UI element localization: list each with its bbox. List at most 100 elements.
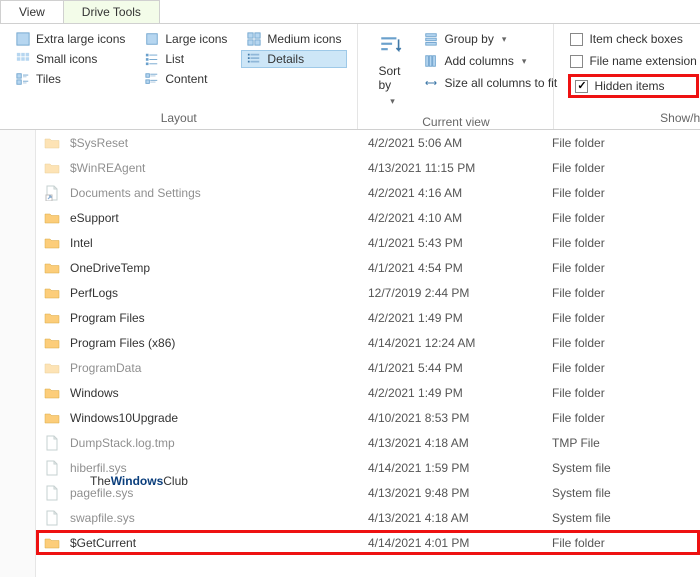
sort-by-label: Sort by [378,64,404,92]
checkbox-hidden-items[interactable]: Hidden items [573,77,693,95]
layout-tiles-label: Tiles [36,72,61,86]
file-icon [44,435,60,451]
file-name: Program Files [70,311,368,325]
sort-by-button[interactable]: Sort by ▾ [368,30,414,111]
file-row[interactable]: $SysReset4/2/2021 5:06 AMFile folder [36,130,700,155]
tab-view[interactable]: View [0,0,64,23]
file-row[interactable]: Program Files (x86)4/14/2021 12:24 AMFil… [36,330,700,355]
file-date: 4/2/2021 5:06 AM [368,136,552,150]
file-date: 4/2/2021 4:10 AM [368,211,552,225]
file-row[interactable]: Windows4/2/2021 1:49 PMFile folder [36,380,700,405]
file-date: 4/14/2021 12:24 AM [368,336,552,350]
file-type: System file [552,486,700,500]
group-label-current-view: Current view [368,111,543,131]
folder-icon [44,360,60,376]
layout-large-label: Large icons [165,32,227,46]
file-row[interactable]: $GetCurrent4/14/2021 4:01 PMFile folder [36,530,700,555]
file-type: System file [552,461,700,475]
file-date: 4/2/2021 4:16 AM [368,186,552,200]
file-name: $GetCurrent [70,536,368,550]
checkbox-item-check-boxes[interactable]: Item check boxes [568,30,698,48]
file-row[interactable]: Documents and Settings4/2/2021 4:16 AMFi… [36,180,700,205]
folder-icon [44,235,60,251]
file-row[interactable]: DumpStack.log.tmp4/13/2021 4:18 AMTMP Fi… [36,430,700,455]
sort-icon [378,34,404,60]
file-date: 4/13/2021 11:15 PM [368,161,552,175]
folder-icon [44,385,60,401]
group-label-layout: Layout [10,107,347,127]
file-type: File folder [552,386,700,400]
layout-large[interactable]: Large icons [139,30,233,48]
size-columns-label: Size all columns to fit [444,76,557,90]
tab-drive-tools[interactable]: Drive Tools [63,0,160,23]
file-type: System file [552,511,700,525]
folder-icon [44,410,60,426]
file-name: ProgramData [70,361,368,375]
folder-icon [44,285,60,301]
layout-content[interactable]: Content [139,70,233,88]
file-name: $SysReset [70,136,368,150]
file-row[interactable]: $WinREAgent4/13/2021 11:15 PMFile folder [36,155,700,180]
file-row[interactable]: Windows10Upgrade4/10/2021 8:53 PMFile fo… [36,405,700,430]
layout-tiles[interactable]: Tiles [10,70,131,88]
tiles-icon [16,72,30,86]
details-icon [247,52,261,66]
file-name: PerfLogs [70,286,368,300]
file-list[interactable]: $SysReset4/2/2021 5:06 AMFile folder$Win… [36,130,700,577]
file-date: 4/2/2021 1:49 PM [368,311,552,325]
file-type: File folder [552,136,700,150]
checkbox-icon [570,33,583,46]
file-row[interactable]: eSupport4/2/2021 4:10 AMFile folder [36,205,700,230]
layout-content-label: Content [165,72,207,86]
checkbox-icon [570,55,583,68]
add-columns-button[interactable]: Add columns▾ [420,52,561,70]
file-date: 4/10/2021 8:53 PM [368,411,552,425]
file-row[interactable]: swapfile.sys4/13/2021 4:18 AMSystem file [36,505,700,530]
size-columns-icon [424,76,438,90]
file-type: File folder [552,286,700,300]
file-name: Documents and Settings [70,186,368,200]
add-columns-icon [424,54,438,68]
file-row[interactable]: Intel4/1/2021 5:43 PMFile folder [36,230,700,255]
folder-icon [44,535,60,551]
item-check-boxes-label: Item check boxes [589,32,682,46]
small-icon [16,52,30,66]
file-type: File folder [552,161,700,175]
file-name: Intel [70,236,368,250]
layout-details[interactable]: Details [241,50,347,68]
folder-icon [44,160,60,176]
layout-small[interactable]: Small icons [10,50,131,68]
folder-icon [44,335,60,351]
file-row[interactable]: OneDriveTemp4/1/2021 4:54 PMFile folder [36,255,700,280]
tree-gutter [0,130,36,577]
layout-list[interactable]: List [139,50,233,68]
chevron-down-icon: ▾ [502,34,507,45]
group-label-show-hide: Show/hi [564,107,700,127]
file-row[interactable]: hiberfil.sys4/14/2021 1:59 PMSystem file [36,455,700,480]
file-row[interactable]: ProgramData4/1/2021 5:44 PMFile folder [36,355,700,380]
layout-list-label: List [165,52,184,66]
checkbox-checked-icon [575,80,588,93]
file-type: File folder [552,211,700,225]
checkbox-file-name-extensions[interactable]: File name extension [568,52,698,70]
group-by-button[interactable]: Group by▾ [420,30,561,48]
file-type: File folder [552,336,700,350]
file-row[interactable]: PerfLogs12/7/2019 2:44 PMFile folder [36,280,700,305]
file-date: 4/1/2021 5:43 PM [368,236,552,250]
file-row[interactable]: pagefile.sys4/13/2021 9:48 PMSystem file [36,480,700,505]
file-name-extensions-label: File name extension [589,54,696,68]
file-name: swapfile.sys [70,511,368,525]
group-icon [424,32,438,46]
layout-extra-large[interactable]: Extra large icons [10,30,131,48]
file-date: 4/13/2021 4:18 AM [368,511,552,525]
file-date: 4/13/2021 4:18 AM [368,436,552,450]
size-columns-button[interactable]: Size all columns to fit [420,74,561,92]
file-icon [44,510,60,526]
layout-medium[interactable]: Medium icons [241,30,347,48]
folder-icon [44,135,60,151]
file-name: OneDriveTemp [70,261,368,275]
hidden-items-label: Hidden items [594,79,664,93]
add-columns-label: Add columns [444,54,513,68]
file-row[interactable]: Program Files4/2/2021 1:49 PMFile folder [36,305,700,330]
file-name: pagefile.sys [70,486,368,500]
